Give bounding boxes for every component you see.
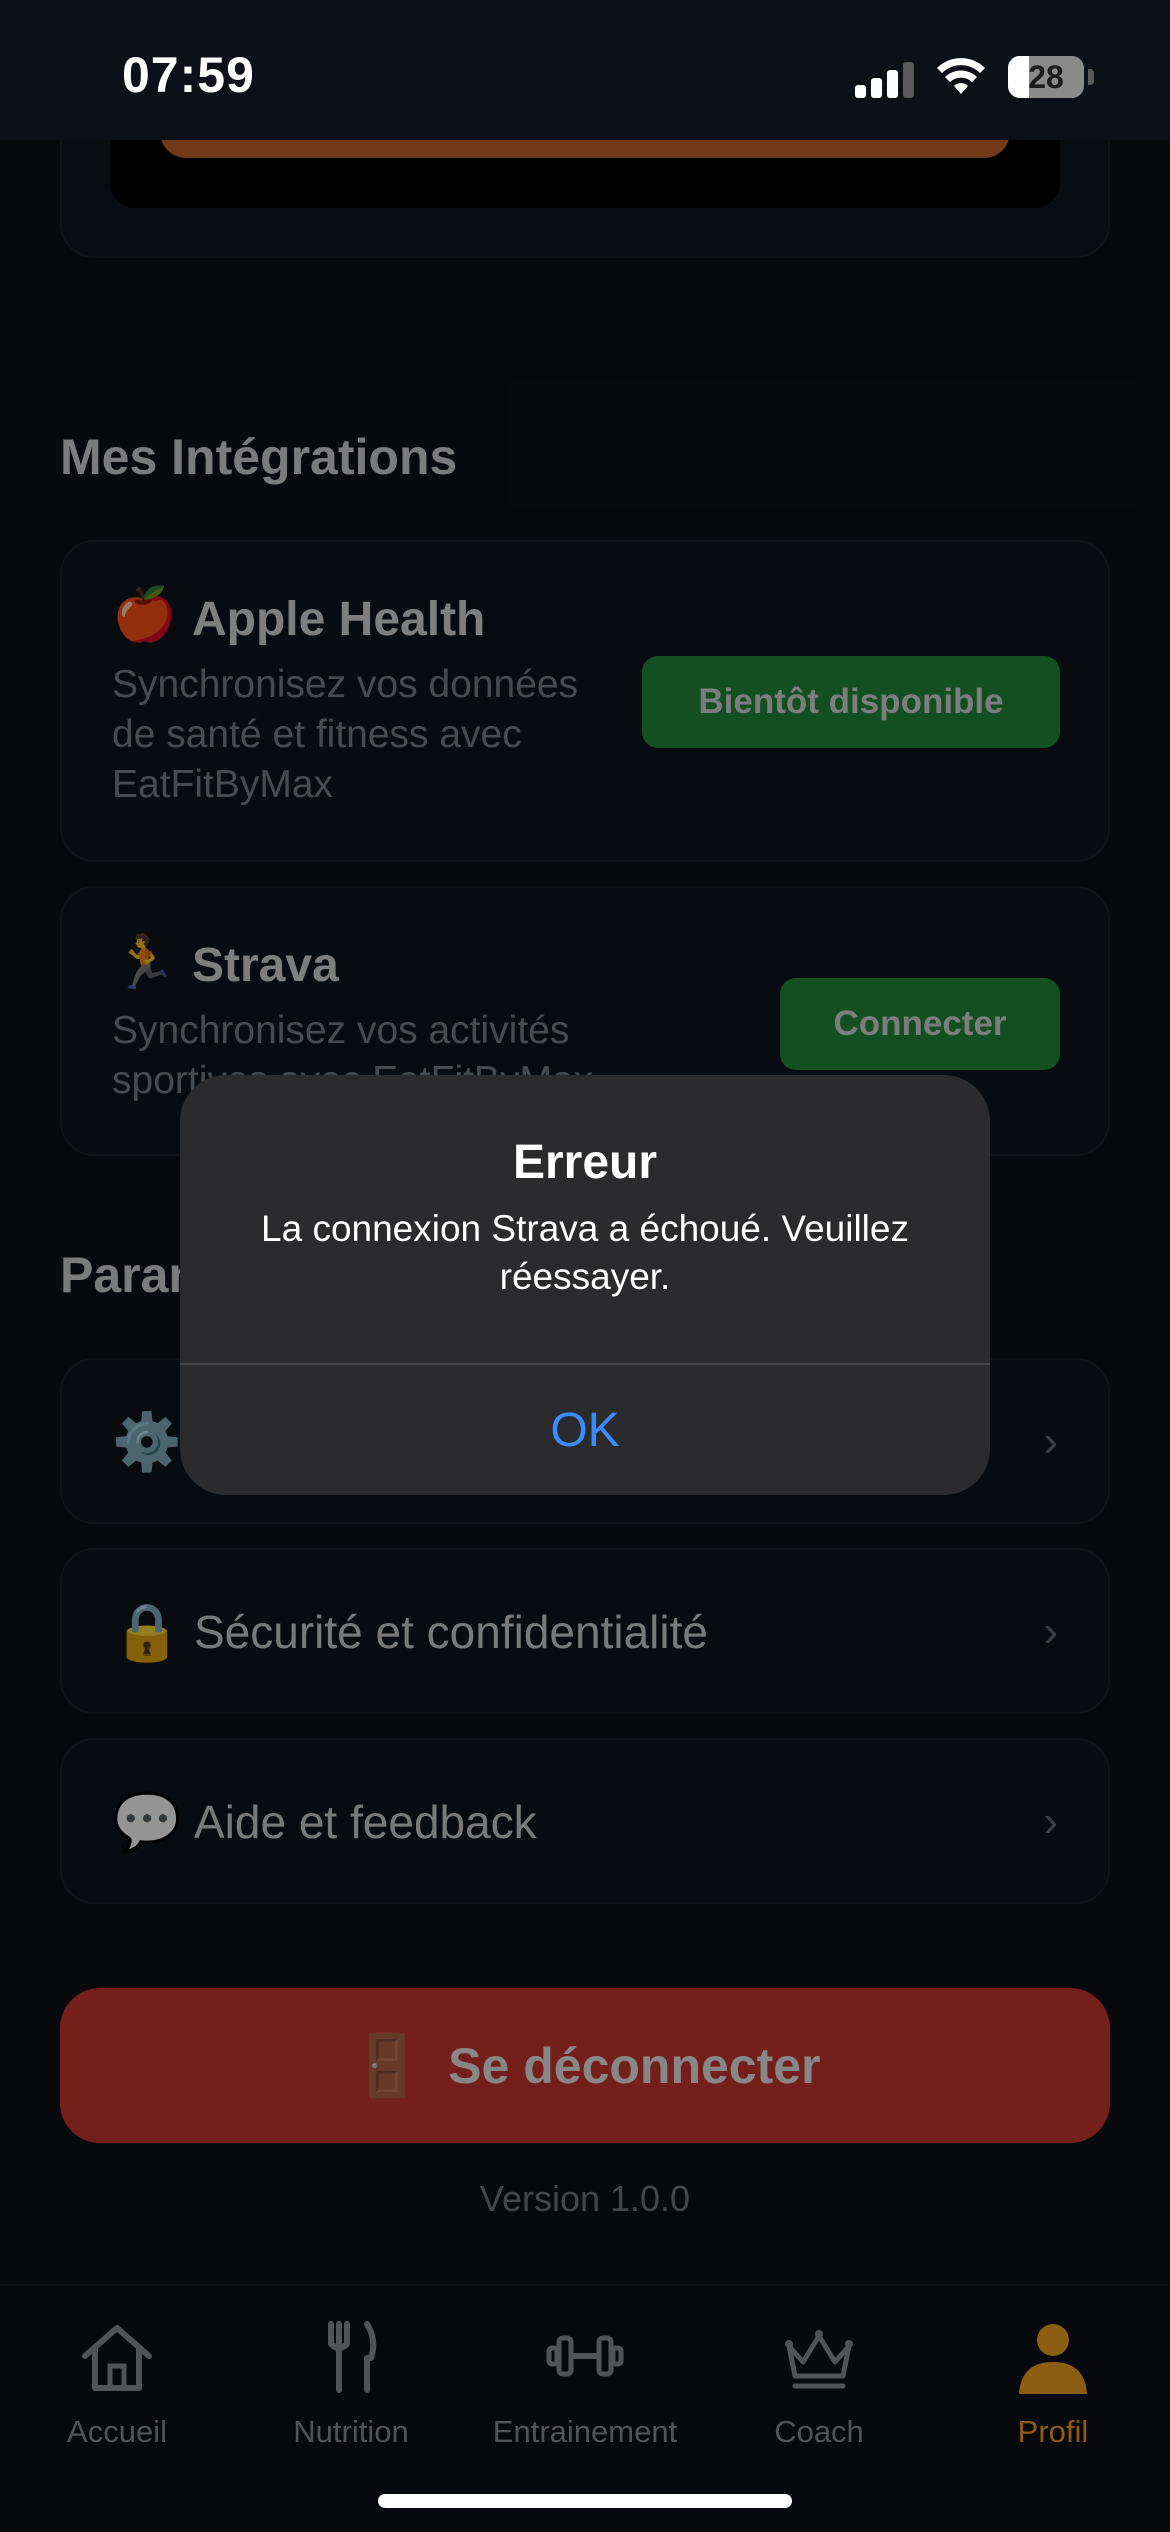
battery-icon: 28 xyxy=(1008,56,1084,98)
cellular-signal-icon xyxy=(855,60,915,98)
alert-message: La connexion Strava a échoué. Veuillez r… xyxy=(261,1208,909,1297)
wifi-icon xyxy=(937,58,985,94)
error-alert-dialog: Erreur La connexion Strava a échoué. Veu… xyxy=(180,1075,990,1495)
alert-title: Erreur xyxy=(512,1136,658,1189)
battery-percentage: 28 xyxy=(1028,59,1064,95)
home-indicator[interactable] xyxy=(378,2494,792,2508)
profile-screen: 07:59 28 Mes Intégrations 🍎 Apple Health… xyxy=(0,0,1170,2532)
status-time: 07:59 xyxy=(122,47,255,103)
battery-cap xyxy=(1088,69,1094,85)
status-bar: 07:59 28 xyxy=(0,0,1170,140)
alert-ok-button[interactable]: OK xyxy=(180,1365,990,1495)
